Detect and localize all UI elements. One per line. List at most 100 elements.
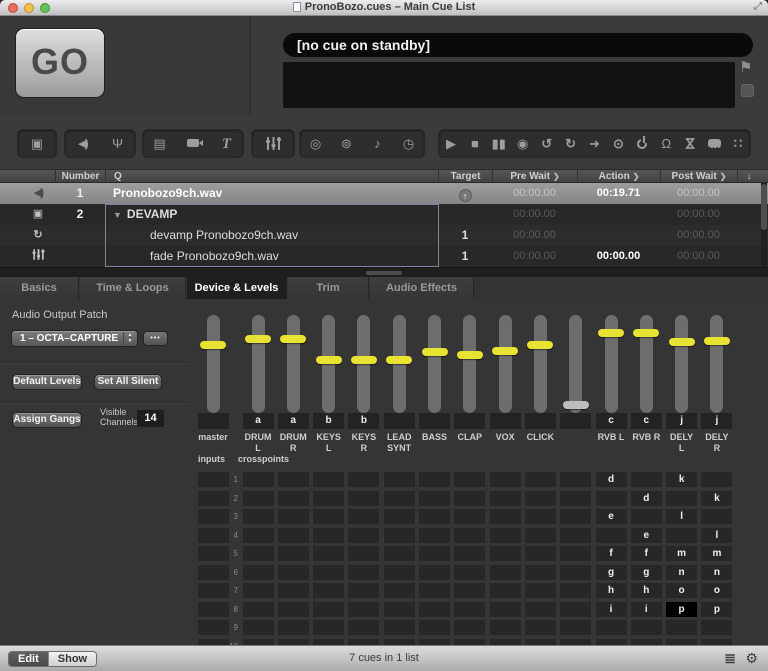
matrix-cell[interactable] xyxy=(701,509,732,524)
matrix-cell[interactable] xyxy=(631,472,662,487)
matrix-cell[interactable] xyxy=(454,565,485,580)
tab-device-levels[interactable]: Device & Levels xyxy=(187,277,287,299)
matrix-cell[interactable] xyxy=(419,565,450,580)
matrix-cell[interactable] xyxy=(454,583,485,598)
matrix-cell[interactable] xyxy=(525,472,556,487)
headphones-icon[interactable]: Ω xyxy=(654,130,678,157)
camera-cue-icon[interactable] xyxy=(176,130,209,157)
gang-field[interactable]: b xyxy=(348,413,379,429)
matrix-cell[interactable]: f xyxy=(596,546,627,561)
fade-cue-icon[interactable] xyxy=(252,130,294,157)
matrix-cell[interactable] xyxy=(596,620,627,635)
tab-audio-effects[interactable]: Audio Effects xyxy=(370,277,474,299)
cue-name[interactable]: Pronobozo9ch.wav xyxy=(113,183,433,204)
fader-track[interactable] xyxy=(393,315,406,413)
fader-handle[interactable] xyxy=(598,329,624,337)
matrix-master-cell[interactable] xyxy=(198,583,229,598)
matrix-cell[interactable] xyxy=(490,565,521,580)
text-cue-icon[interactable]: T xyxy=(210,130,243,158)
matrix-cell[interactable] xyxy=(454,546,485,561)
matrix-cell[interactable] xyxy=(454,620,485,635)
matrix-cell[interactable] xyxy=(631,509,662,524)
start-icon[interactable]: ▶ xyxy=(439,130,463,157)
matrix-cell[interactable]: p xyxy=(701,602,732,617)
gang-field[interactable]: j xyxy=(666,413,697,429)
matrix-master-cell[interactable] xyxy=(198,565,229,580)
matrix-cell[interactable] xyxy=(560,620,591,635)
matrix-cell[interactable]: e xyxy=(596,509,627,524)
matrix-cell[interactable]: g xyxy=(596,565,627,580)
matrix-cell[interactable] xyxy=(419,620,450,635)
column-pre-wait[interactable]: Pre Wait❯ xyxy=(492,170,577,183)
matrix-cell[interactable] xyxy=(348,528,379,543)
patch-edit-button[interactable]: ••• xyxy=(143,331,168,346)
gang-field[interactable]: c xyxy=(631,413,662,429)
action-value[interactable]: 00:19.71 xyxy=(577,183,660,204)
fader-handle[interactable] xyxy=(492,347,518,355)
matrix-cell[interactable] xyxy=(560,565,591,580)
mic-cue-icon[interactable]: Ψ xyxy=(100,130,135,157)
matrix-cell[interactable] xyxy=(278,565,309,580)
matrix-cell[interactable] xyxy=(490,583,521,598)
cue-name[interactable]: fade Pronobozo9ch.wav xyxy=(150,246,470,267)
reset-icon[interactable]: ↺ xyxy=(535,130,559,157)
gang-field[interactable] xyxy=(198,413,229,429)
matrix-cell[interactable] xyxy=(384,565,415,580)
scrollbar-thumb[interactable] xyxy=(761,184,767,230)
matrix-cell[interactable]: e xyxy=(631,528,662,543)
matrix-cell[interactable] xyxy=(666,620,697,635)
script-icon[interactable]: ∷ xyxy=(726,130,750,157)
video-cue-icon[interactable]: ▤ xyxy=(143,130,176,157)
matrix-cell[interactable] xyxy=(419,509,450,524)
matrix-master-cell[interactable] xyxy=(198,472,229,487)
matrix-cell[interactable]: n xyxy=(666,565,697,580)
matrix-cell[interactable] xyxy=(596,491,627,506)
matrix-cell[interactable] xyxy=(313,509,344,524)
audio-cue-icon[interactable]: ◀) xyxy=(65,129,100,158)
fader-track[interactable] xyxy=(499,315,512,413)
matrix-cell[interactable]: h xyxy=(596,583,627,598)
fader-track[interactable] xyxy=(252,315,265,413)
matrix-cell[interactable] xyxy=(384,472,415,487)
matrix-master-cell[interactable] xyxy=(198,528,229,543)
gang-field[interactable] xyxy=(454,413,485,429)
matrix-cell[interactable] xyxy=(454,472,485,487)
matrix-cell[interactable] xyxy=(278,620,309,635)
gang-field[interactable]: c xyxy=(596,413,627,429)
assign-gangs-button[interactable]: Assign Gangs xyxy=(12,412,82,428)
matrix-cell[interactable] xyxy=(313,472,344,487)
fader-handle[interactable] xyxy=(386,356,412,364)
gang-field[interactable] xyxy=(560,413,591,429)
pre-wait-value[interactable]: 00:00.00 xyxy=(492,183,577,204)
pre-wait-value[interactable]: 00:00.00 xyxy=(492,225,577,246)
matrix-cell[interactable]: k xyxy=(701,491,732,506)
goto-icon[interactable]: ➜ xyxy=(583,130,607,157)
gang-field[interactable] xyxy=(384,413,415,429)
cue-row[interactable]: ◀)1Pronobozo9ch.wav↑00:00.0000:19.7100:0… xyxy=(0,183,768,204)
matrix-cell[interactable] xyxy=(313,565,344,580)
matrix-cell[interactable] xyxy=(348,602,379,617)
matrix-cell[interactable]: i xyxy=(596,602,627,617)
fader-handle[interactable] xyxy=(351,356,377,364)
matrix-cell[interactable] xyxy=(596,528,627,543)
gang-field[interactable]: j xyxy=(701,413,732,429)
fader-track[interactable] xyxy=(710,315,723,413)
matrix-cell[interactable] xyxy=(313,602,344,617)
fader-handle[interactable] xyxy=(457,351,483,359)
default-levels-button[interactable]: Default Levels xyxy=(12,374,82,390)
matrix-cell[interactable] xyxy=(243,620,274,635)
matrix-master-cell[interactable] xyxy=(198,602,229,617)
matrix-master-cell[interactable] xyxy=(198,491,229,506)
matrix-cell[interactable] xyxy=(243,472,274,487)
matrix-cell[interactable] xyxy=(560,472,591,487)
matrix-cell[interactable] xyxy=(560,491,591,506)
matrix-cell[interactable]: m xyxy=(666,546,697,561)
matrix-cell[interactable] xyxy=(313,491,344,506)
matrix-cell[interactable] xyxy=(490,620,521,635)
matrix-cell[interactable]: l xyxy=(701,528,732,543)
hourglass-icon[interactable]: ⋈ xyxy=(678,130,702,157)
matrix-cell[interactable] xyxy=(419,491,450,506)
matrix-cell[interactable] xyxy=(490,472,521,487)
column-continue[interactable]: ↓ xyxy=(737,170,760,183)
matrix-cell[interactable] xyxy=(278,583,309,598)
